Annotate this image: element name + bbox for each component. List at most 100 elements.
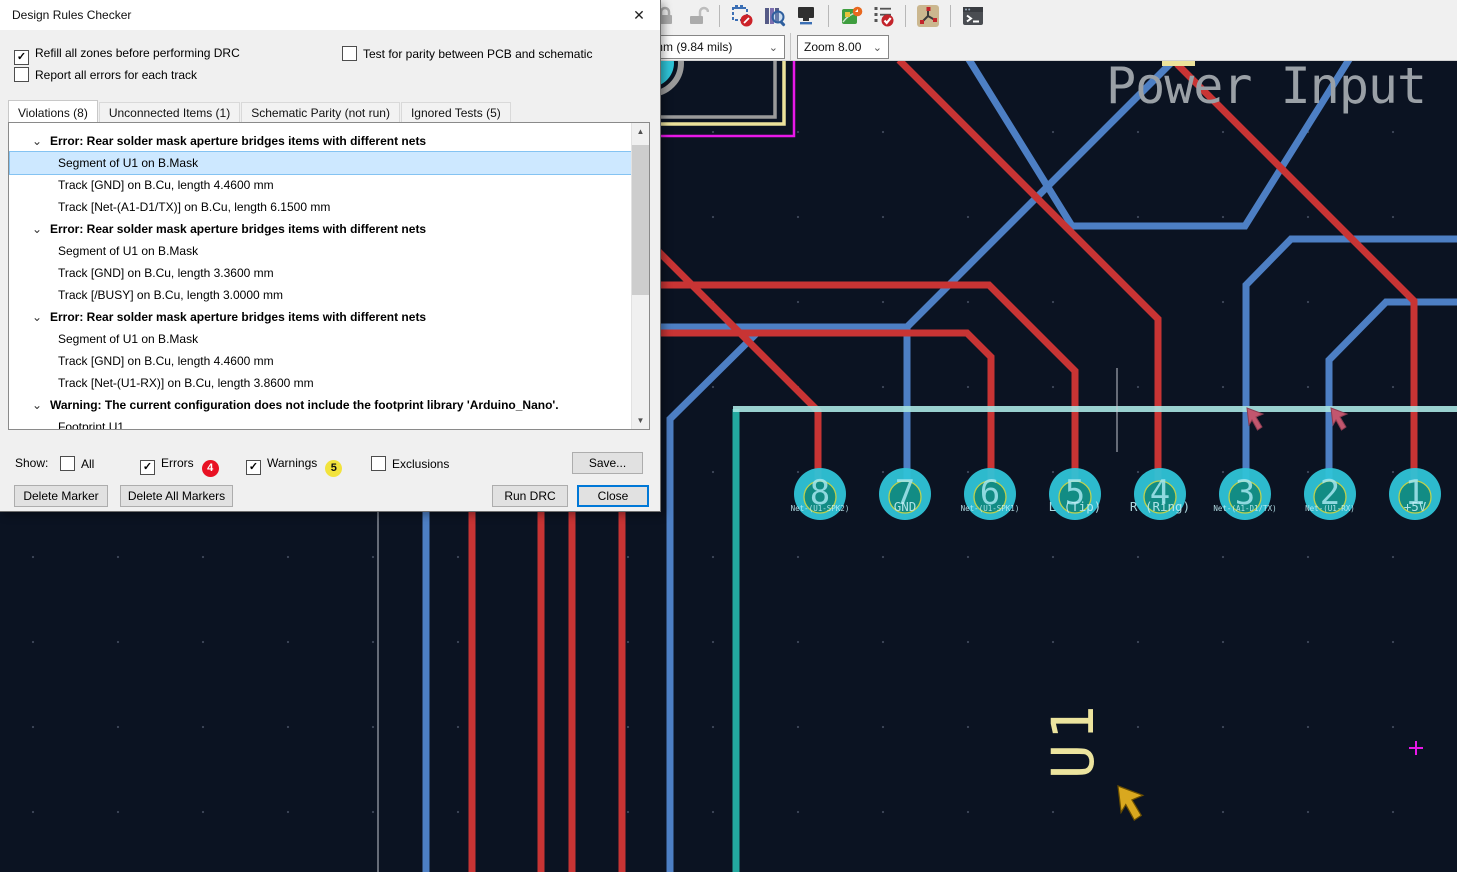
grid-value: mm (9.84 mils) [653, 40, 732, 54]
zoom-select[interactable]: Zoom 8.00 ⌄ [797, 35, 889, 59]
show-label: Show: [15, 456, 48, 470]
violation-text: Track [GND] on B.Cu, length 3.3600 mm [58, 266, 274, 280]
pad-net-label: R (Ring) [1130, 499, 1190, 514]
show-filter-bar: Show: All ✓Errors4 ✓Warnings5 Exclusions [0, 455, 660, 475]
unlock-icon[interactable] [684, 3, 710, 29]
violation-text: Error: Rear solder mask aperture bridges… [50, 222, 426, 236]
refill-zones-checkbox[interactable]: ✓ Refill all zones before performing DRC [14, 46, 240, 65]
report-all-errors-checkbox[interactable]: Report all errors for each track [14, 67, 197, 82]
pad-net-label: +5V [1404, 499, 1427, 514]
chevron-down-icon[interactable]: ⌄ [32, 394, 42, 416]
show-exclusions-checkbox[interactable]: Exclusions [371, 456, 449, 471]
violation-item[interactable]: Track [GND] on B.Cu, length 3.3600 mm [10, 262, 631, 284]
violation-text: Track [GND] on B.Cu, length 4.4600 mm [58, 178, 274, 192]
toolbar-separator [950, 5, 951, 27]
violation-item[interactable]: Track [Net-(A1-D1/TX)] on B.Cu, length 6… [10, 196, 631, 218]
checkbox[interactable]: ✓ [14, 50, 29, 65]
reference-designator-u1[interactable]: U1 [1039, 701, 1107, 779]
dialog-titlebar[interactable]: Design Rules Checker ✕ [0, 0, 660, 31]
checkbox[interactable] [14, 67, 29, 82]
violation-text: Segment of U1 on B.Mask [58, 244, 198, 258]
update-pcb-icon[interactable] [838, 3, 864, 29]
violation-text: Segment of U1 on B.Mask [58, 156, 198, 170]
violation-text: Error: Rear solder mask aperture bridges… [50, 310, 426, 324]
violations-list[interactable]: ⌄ Error: Rear solder mask aperture bridge… [8, 122, 650, 430]
tab-schematic-parity[interactable]: Schematic Parity (not run) [241, 102, 400, 124]
pad-net-label: Net-(U1-SPK1) [961, 504, 1020, 513]
checkbox[interactable] [342, 46, 357, 61]
violation-item[interactable]: Segment of U1 on B.Mask [10, 240, 631, 262]
tab-ignored-tests[interactable]: Ignored Tests (5) [401, 102, 511, 124]
violation-text: Track [Net-(U1-RX)] on B.Cu, length 3.86… [58, 376, 314, 390]
pad-net-label: Net-(A1-D1/TX) [1213, 504, 1276, 513]
tab-unconnected[interactable]: Unconnected Items (1) [99, 102, 240, 124]
scrollbar-thumb[interactable] [632, 145, 649, 295]
zoom-value: Zoom 8.00 [804, 40, 861, 54]
drc-dialog: Design Rules Checker ✕ ✓ Refill all zones… [0, 0, 661, 512]
violation-error-header[interactable]: ⌄ Error: Rear solder mask aperture bridge… [10, 130, 631, 152]
pad-net-label: L (Tip) [1049, 499, 1102, 514]
violation-warning-header[interactable]: ⌄ Warning: The current configuration does… [10, 394, 631, 416]
violation-item[interactable]: Footprint U1 [10, 416, 631, 430]
pad-net-label: GND [894, 499, 917, 514]
chevron-down-icon[interactable]: ⌄ [32, 130, 42, 152]
chevron-down-icon[interactable]: ⌄ [32, 306, 42, 328]
show-warnings-checkbox[interactable]: ✓Warnings5 [246, 456, 342, 477]
footprint-editor-icon[interactable] [729, 3, 755, 29]
violation-text: Warning: The current configuration does … [50, 398, 559, 412]
tab-violations[interactable]: Violations (8) [8, 100, 98, 124]
grid-select[interactable]: mm (9.84 mils) ⌄ [646, 35, 785, 59]
checkbox-label: Report all errors for each track [35, 68, 197, 82]
scroll-up-icon[interactable]: ▲ [632, 123, 649, 140]
violation-text: Track [GND] on B.Cu, length 4.4600 mm [58, 354, 274, 368]
scroll-down-icon[interactable]: ▼ [632, 412, 649, 429]
violation-item[interactable]: Segment of U1 on B.Mask [10, 328, 631, 350]
checkbox[interactable]: ✓ [246, 460, 261, 475]
violation-error-header[interactable]: ⌄ Error: Rear solder mask aperture bridge… [10, 306, 631, 328]
pad-2[interactable]: 2Net-(U1-RX) [1304, 468, 1356, 520]
show-all-checkbox[interactable]: All [60, 456, 94, 471]
violation-item[interactable]: Track [GND] on B.Cu, length 4.4600 mm [10, 350, 631, 372]
pad-net-label: Net-(U1-SPK2) [791, 504, 850, 513]
run-drc-button[interactable]: Run DRC [492, 485, 568, 507]
chevron-down-icon: ⌄ [759, 41, 778, 54]
scrollbar[interactable]: ▲ ▼ [631, 123, 649, 429]
dialog-title: Design Rules Checker [0, 8, 131, 22]
checkbox[interactable]: ✓ [140, 460, 155, 475]
checkbox[interactable] [371, 456, 386, 471]
checkbox-label: Refill all zones before performing DRC [35, 46, 240, 60]
violation-item[interactable]: Segment of U1 on B.Mask [10, 152, 631, 174]
parity-test-checkbox[interactable]: Test for parity between PCB and schemati… [342, 46, 592, 61]
violation-item[interactable]: Track [/BUSY] on B.Cu, length 3.0000 mm [10, 284, 631, 306]
delete-marker-button[interactable]: Delete Marker [14, 485, 108, 507]
pad-5[interactable]: 5L (Tip) [1049, 468, 1102, 520]
close-button[interactable]: Close [577, 485, 649, 507]
save-button[interactable]: Save... [572, 452, 643, 474]
pad-7[interactable]: 7GND [879, 468, 931, 520]
violation-text: Track [Net-(A1-D1/TX)] on B.Cu, length 6… [58, 200, 330, 214]
footprint-properties-icon[interactable] [793, 3, 819, 29]
violation-item[interactable]: Track [GND] on B.Cu, length 4.4600 mm [10, 174, 631, 196]
violation-error-header[interactable]: ⌄ Error: Rear solder mask aperture bridge… [10, 218, 631, 240]
main-toolbar-icons [652, 2, 986, 30]
error-count-badge: 4 [202, 460, 219, 477]
delete-all-markers-button[interactable]: Delete All Markers [120, 485, 233, 507]
toolbar-separator [719, 5, 720, 27]
ratsnest-icon[interactable] [915, 3, 941, 29]
violation-text: Track [/BUSY] on B.Cu, length 3.0000 mm [58, 288, 283, 302]
toolbar-separator [790, 33, 791, 60]
drc-icon[interactable] [870, 3, 896, 29]
scripting-console-icon[interactable] [960, 3, 986, 29]
violation-text: Segment of U1 on B.Mask [58, 332, 198, 346]
chevron-down-icon[interactable]: ⌄ [32, 218, 42, 240]
violation-item[interactable]: Track [Net-(U1-RX)] on B.Cu, length 3.86… [10, 372, 631, 394]
checkbox[interactable] [60, 456, 75, 471]
footprint-browser-icon[interactable] [761, 3, 787, 29]
pad-1[interactable]: 1+5V [1389, 468, 1441, 520]
close-icon[interactable]: ✕ [618, 0, 660, 30]
toolbar-separator [828, 5, 829, 27]
drc-tabs: Violations (8)Unconnected Items (1)Schem… [8, 100, 512, 122]
show-errors-checkbox[interactable]: ✓Errors4 [140, 456, 219, 477]
violation-text: Error: Rear solder mask aperture bridges… [50, 134, 426, 148]
chevron-down-icon: ⌄ [863, 41, 882, 54]
